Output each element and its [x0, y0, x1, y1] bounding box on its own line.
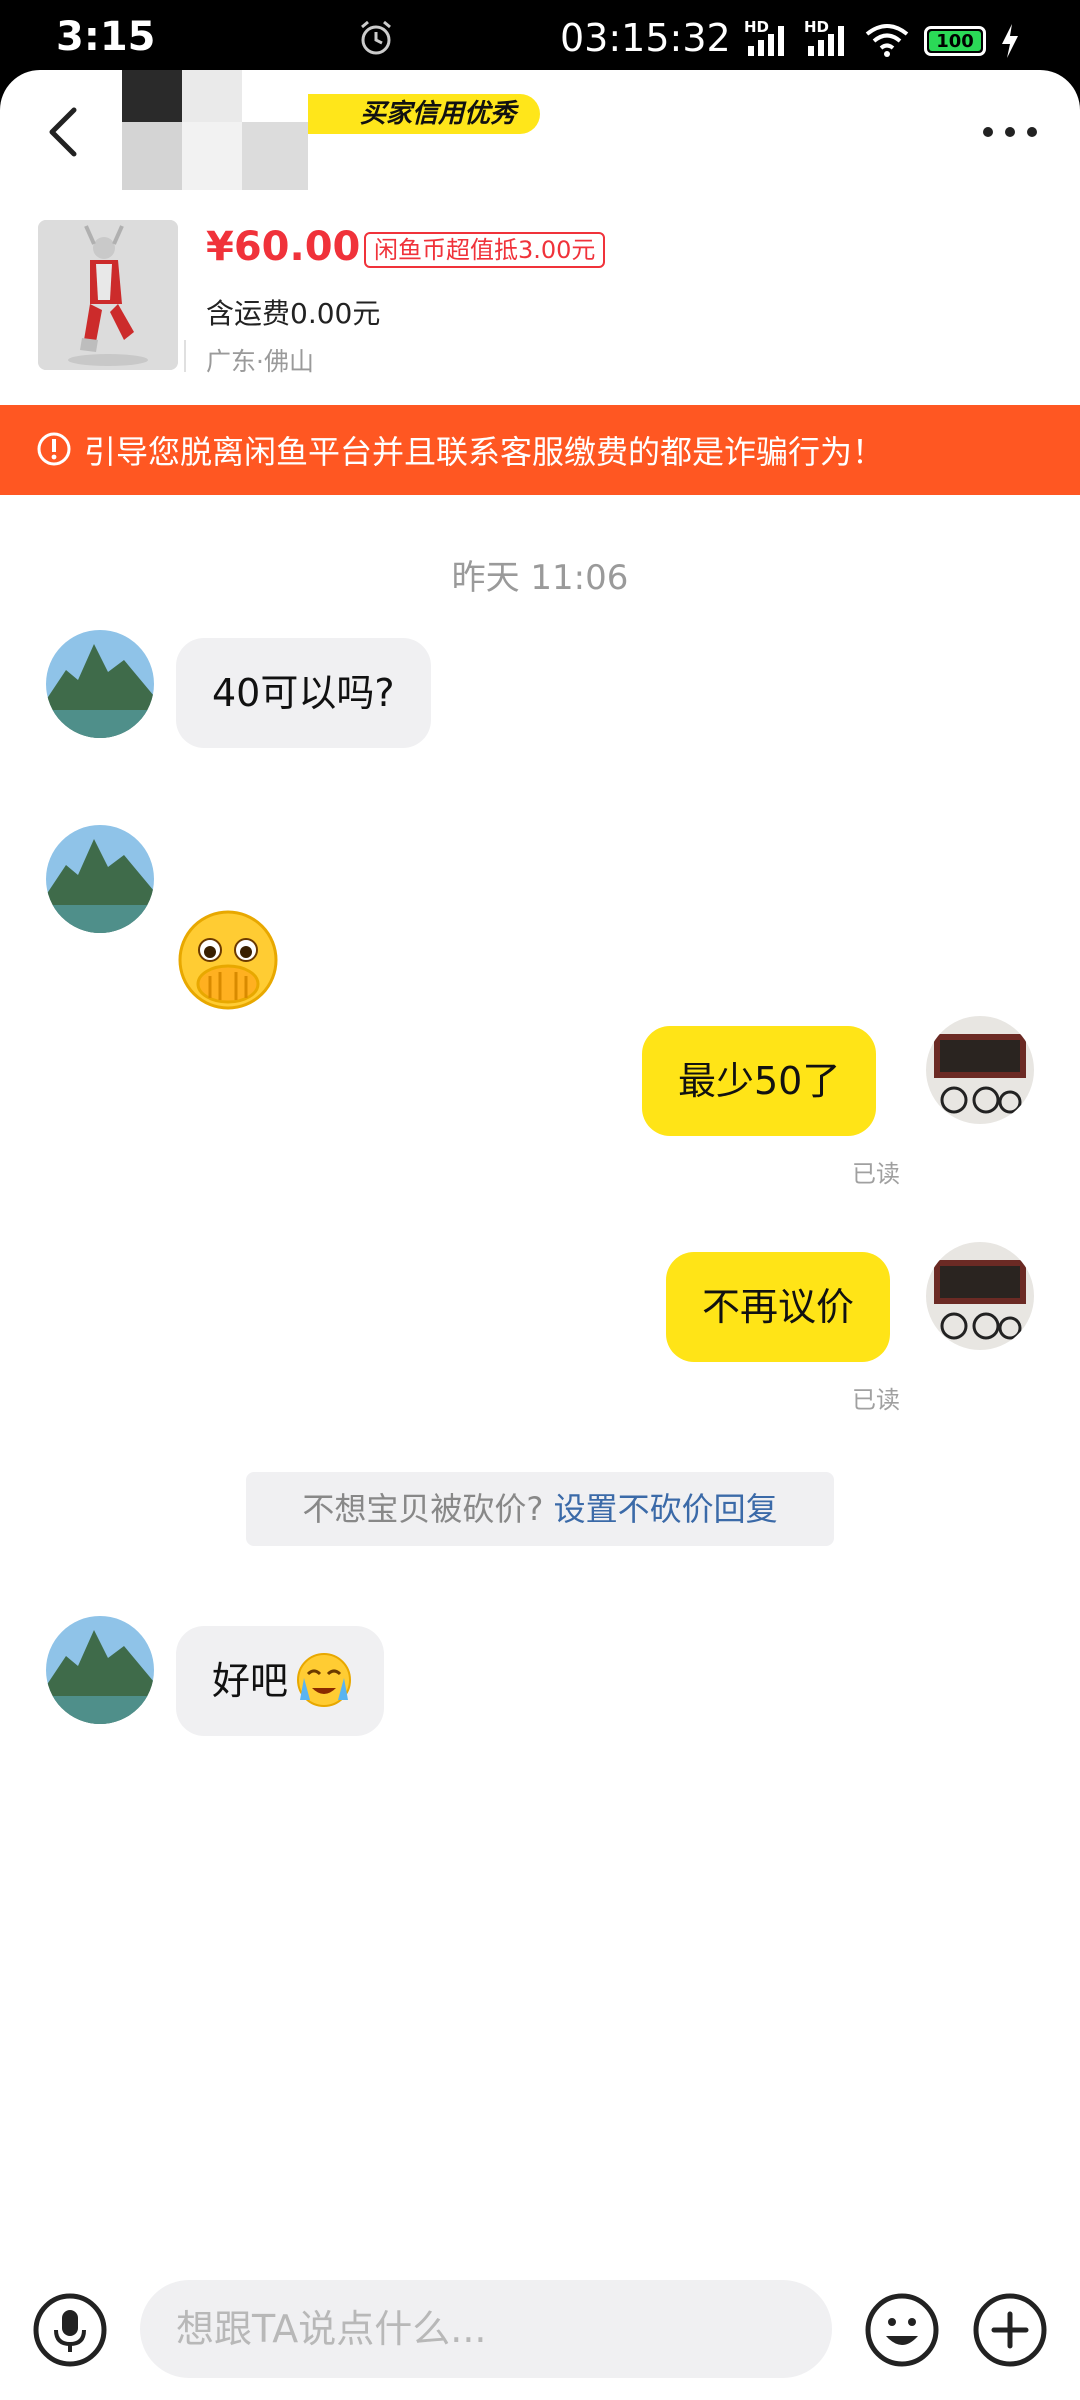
divider: [184, 340, 186, 372]
contact-avatar[interactable]: [122, 70, 308, 190]
sender-avatar[interactable]: [46, 825, 154, 933]
chat-screen: 买家信用优秀 ¥60.00 闲鱼币超值抵3.00元 含运费0.00元 广东·佛山: [0, 70, 1080, 2400]
chat-header: 买家信用优秀: [0, 70, 1080, 190]
plus-icon[interactable]: [972, 2292, 1048, 2368]
message-bubble-outgoing[interactable]: 不再议价: [666, 1252, 891, 1362]
wifi-icon: [865, 24, 909, 57]
sender-avatar[interactable]: [46, 630, 154, 738]
product-card[interactable]: ¥60.00 闲鱼币超值抵3.00元 含运费0.00元 广东·佛山: [0, 190, 1080, 404]
product-image[interactable]: [38, 220, 178, 370]
message-input[interactable]: [140, 2280, 832, 2378]
pleading-emoji-sticker[interactable]: [174, 906, 282, 1014]
microphone-icon[interactable]: [32, 2292, 108, 2368]
warning-text: 引导您脱离闲鱼平台并且联系客服缴费的都是诈骗行为！: [84, 433, 885, 471]
product-price: ¥60.00: [206, 224, 361, 270]
status-bar: 3:15 03:15:32 HD HD 100: [0, 0, 1080, 76]
chat-timestamp: 昨天 11:06: [451, 558, 629, 598]
signal-icon-2: [808, 26, 844, 56]
input-bar: [0, 2250, 1080, 2400]
product-location: 广东·佛山: [206, 347, 314, 376]
shipping-fee: 含运费0.00元: [206, 297, 381, 330]
my-avatar[interactable]: [926, 1016, 1034, 1124]
signal-icon: [748, 26, 784, 56]
credit-badge: 买家信用优秀: [308, 94, 541, 134]
crying-emoji-icon: [297, 1653, 352, 1707]
fraud-warning-banner: 引导您脱离闲鱼平台并且联系客服缴费的都是诈骗行为！: [0, 405, 1080, 495]
battery-level: 100: [929, 31, 981, 52]
message-bubble-incoming[interactable]: 好吧: [176, 1626, 385, 1736]
back-arrow-icon[interactable]: [36, 100, 96, 164]
read-status: 已读: [852, 1160, 900, 1188]
no-bargain-prompt: 不想宝贝被砍价? 设置不砍价回复: [246, 1472, 834, 1546]
alarm-icon: [361, 20, 391, 55]
my-avatar[interactable]: [926, 1242, 1034, 1350]
emoji-icon[interactable]: [864, 2292, 940, 2368]
battery-icon: 100: [924, 26, 986, 56]
warning-icon: [37, 432, 71, 466]
message-text: 好吧: [212, 1659, 289, 1703]
sender-avatar[interactable]: [46, 1616, 154, 1724]
read-status: 已读: [852, 1386, 900, 1414]
status-time: 03:15:32: [560, 16, 731, 60]
status-time-left: 3:15: [56, 14, 156, 60]
more-dots-icon[interactable]: [980, 122, 1040, 142]
no-bargain-text: 不想宝贝被砍价?: [302, 1490, 544, 1528]
message-bubble-incoming[interactable]: 40可以吗?: [176, 638, 431, 748]
message-bubble-outgoing[interactable]: 最少50了: [642, 1026, 877, 1136]
charging-icon: [1002, 24, 1018, 58]
coin-discount-tag: 闲鱼币超值抵3.00元: [364, 232, 606, 268]
set-no-bargain-link[interactable]: 设置不砍价回复: [554, 1490, 778, 1528]
